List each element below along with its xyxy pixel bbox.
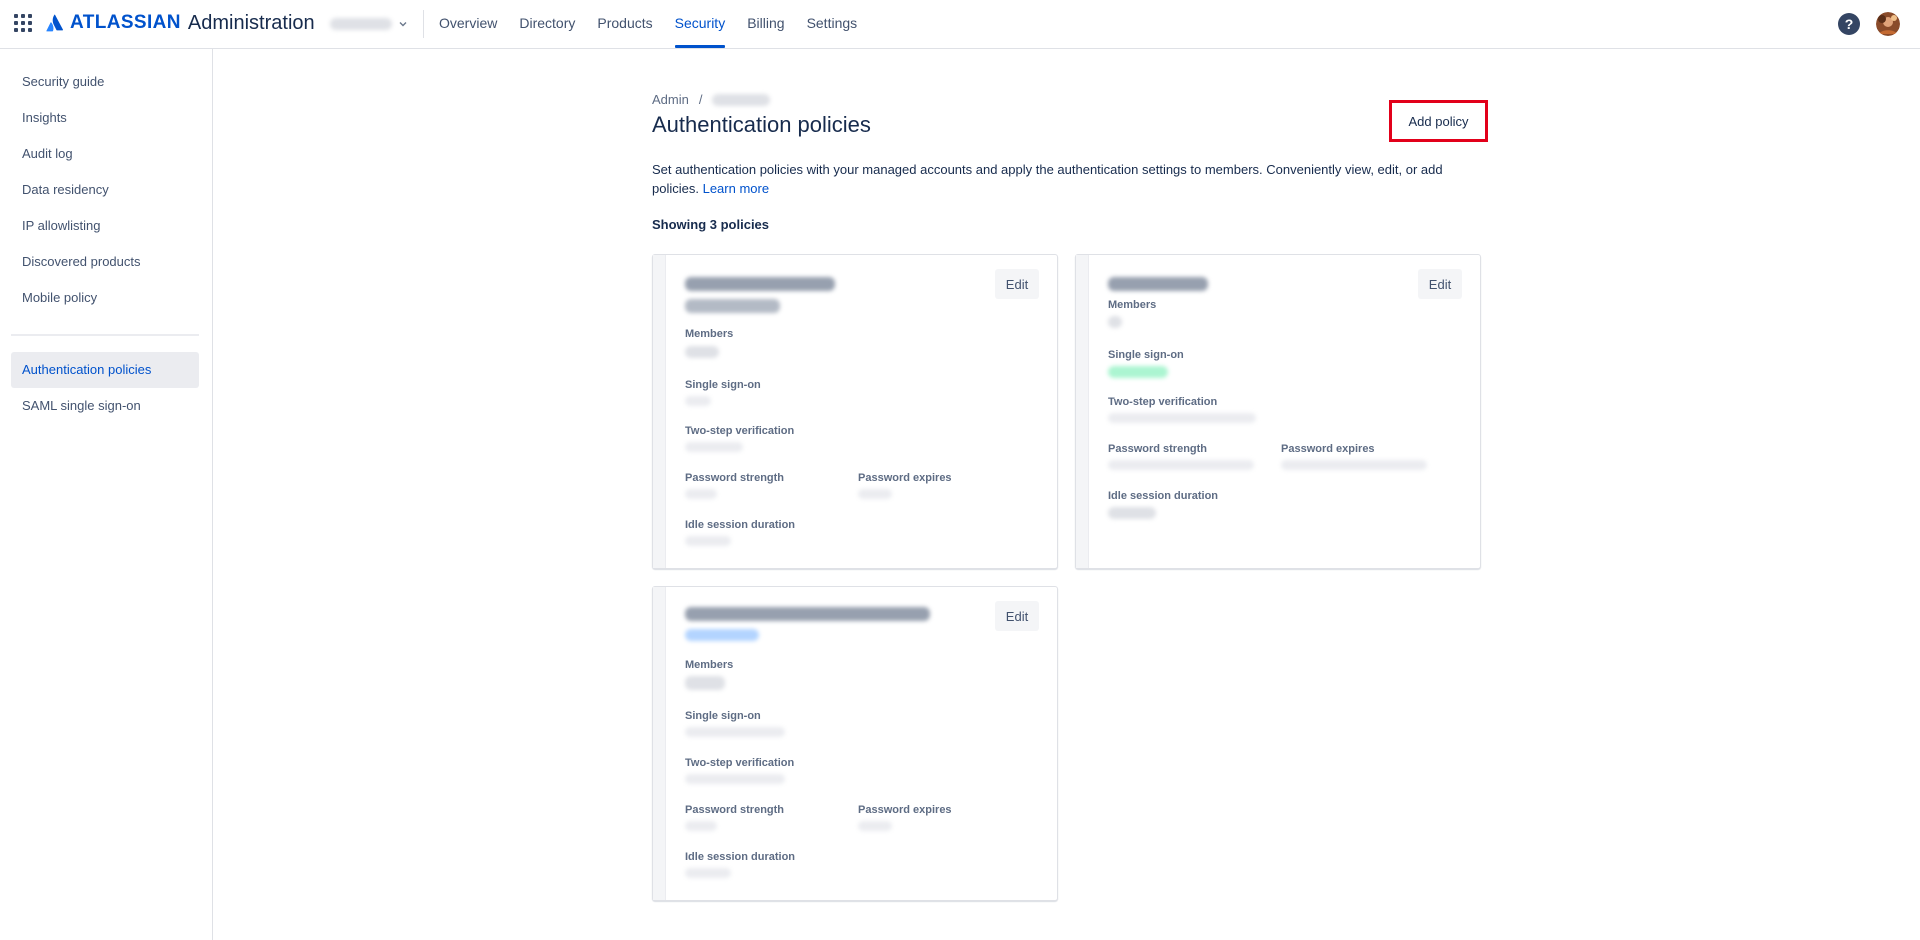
nav-settings[interactable]: Settings — [796, 0, 869, 48]
help-icon[interactable]: ? — [1838, 13, 1860, 35]
policy-card: Edit Members Single sign-on Two-step ver… — [652, 254, 1058, 569]
sso-label: Single sign-on — [1108, 349, 1184, 361]
policy-count: Showing 3 policies — [652, 217, 770, 232]
app-name: Administration — [187, 11, 315, 34]
idle-session-value-redacted — [1108, 507, 1156, 519]
sso-label: Single sign-on — [685, 710, 761, 722]
brand-name: ATLASSIAN — [70, 12, 181, 33]
password-strength-label: Password strength — [1108, 443, 1208, 455]
password-strength-label: Password strength — [685, 472, 785, 484]
card-accent-stripe — [653, 255, 666, 568]
sidebar-item-saml-single-sign-on[interactable]: SAML single sign-on — [11, 388, 199, 424]
members-value-redacted — [685, 346, 719, 358]
nav-products[interactable]: Products — [586, 0, 663, 48]
two-step-label: Two-step verification — [685, 425, 795, 437]
password-strength-label: Password strength — [685, 804, 785, 816]
organization-selector[interactable] — [330, 14, 408, 34]
sidebar-divider — [11, 334, 199, 336]
idle-session-label: Idle session duration — [685, 851, 796, 863]
page-description: Set authentication policies with your ma… — [652, 160, 1482, 198]
nav-security[interactable]: Security — [664, 0, 737, 48]
two-step-label: Two-step verification — [1108, 396, 1218, 408]
sidebar-item-authentication-policies[interactable]: Authentication policies — [11, 352, 199, 388]
idle-session-label: Idle session duration — [1108, 490, 1219, 502]
sidebar-item-audit-log[interactable]: Audit log — [11, 136, 199, 172]
breadcrumb: Admin / — [652, 92, 771, 107]
atlassian-logo[interactable]: ATLASSIAN Administration — [46, 11, 315, 35]
sidebar-item-ip-allowlisting[interactable]: IP allowlisting — [11, 208, 199, 244]
password-expires-value-redacted — [858, 821, 892, 831]
learn-more-link[interactable]: Learn more — [703, 181, 769, 196]
edit-policy-button[interactable]: Edit — [995, 601, 1039, 631]
members-value-redacted — [685, 676, 725, 690]
members-value-redacted — [1108, 316, 1122, 328]
card-accent-stripe — [653, 587, 666, 900]
nav-divider — [423, 10, 424, 38]
policy-name-redacted — [685, 607, 930, 621]
idle-session-value-redacted — [685, 868, 731, 878]
policy-subtitle-redacted — [685, 299, 780, 313]
password-strength-value-redacted — [685, 489, 717, 499]
nav-directory[interactable]: Directory — [508, 0, 586, 48]
idle-session-value-redacted — [685, 536, 731, 546]
policy-name-redacted — [1108, 277, 1208, 291]
card-accent-stripe — [1076, 255, 1089, 568]
add-policy-button[interactable]: Add policy — [1389, 100, 1488, 142]
members-label: Members — [685, 328, 734, 340]
password-expires-label: Password expires — [858, 804, 952, 816]
password-strength-value-redacted — [1108, 460, 1254, 470]
sidebar-item-mobile-policy[interactable]: Mobile policy — [11, 280, 199, 316]
user-avatar[interactable] — [1876, 12, 1900, 36]
password-expires-value-redacted — [858, 489, 892, 499]
sso-value-redacted — [685, 396, 711, 406]
page-title: Authentication policies — [652, 112, 871, 137]
description-text: Set authentication policies with your ma… — [652, 162, 1443, 196]
sso-value-redacted — [685, 727, 785, 737]
policy-card: Edit Members Single sign-on Two-step ver… — [1075, 254, 1481, 569]
sidebar-item-data-residency[interactable]: Data residency — [11, 172, 199, 208]
chevron-down-icon — [399, 22, 407, 27]
atlassian-mark-icon — [46, 14, 63, 32]
sso-label: Single sign-on — [685, 379, 761, 391]
password-expires-value-redacted — [1281, 460, 1427, 470]
top-navigation-bar: ATLASSIAN Administration Overview Direct… — [0, 0, 1920, 49]
password-expires-label: Password expires — [1281, 443, 1375, 455]
nav-billing[interactable]: Billing — [736, 0, 795, 48]
edit-policy-button[interactable]: Edit — [1418, 269, 1462, 299]
two-step-value-redacted — [685, 774, 785, 784]
sidebar-item-security-guide[interactable]: Security guide — [11, 64, 199, 100]
two-step-value-redacted — [1108, 413, 1256, 423]
policy-link-redacted[interactable] — [685, 629, 759, 641]
two-step-label: Two-step verification — [685, 757, 795, 769]
policy-card: Edit Members Single sign-on Two-step ver… — [652, 586, 1058, 901]
breadcrumb-admin[interactable]: Admin — [652, 92, 689, 107]
policy-name-redacted — [685, 277, 835, 291]
sso-value-redacted — [1108, 366, 1168, 378]
sidebar-item-discovered-products[interactable]: Discovered products — [11, 244, 199, 280]
password-strength-value-redacted — [685, 821, 717, 831]
nav-overview[interactable]: Overview — [428, 0, 508, 48]
idle-session-label: Idle session duration — [685, 519, 796, 531]
avatar-image — [1876, 12, 1900, 36]
breadcrumb-organization-redacted[interactable] — [712, 93, 771, 106]
breadcrumb-separator: / — [698, 92, 703, 107]
members-label: Members — [1108, 299, 1157, 311]
organization-name-redacted — [330, 18, 392, 30]
sidebar-item-insights[interactable]: Insights — [11, 100, 199, 136]
primary-nav: Overview Directory Products Security Bil… — [428, 0, 868, 48]
app-switcher-icon[interactable] — [14, 14, 32, 32]
two-step-value-redacted — [685, 442, 743, 452]
edit-policy-button[interactable]: Edit — [995, 269, 1039, 299]
password-expires-label: Password expires — [858, 472, 952, 484]
members-label: Members — [685, 659, 734, 671]
security-sidebar: Security guide Insights Audit log Data r… — [0, 49, 213, 940]
